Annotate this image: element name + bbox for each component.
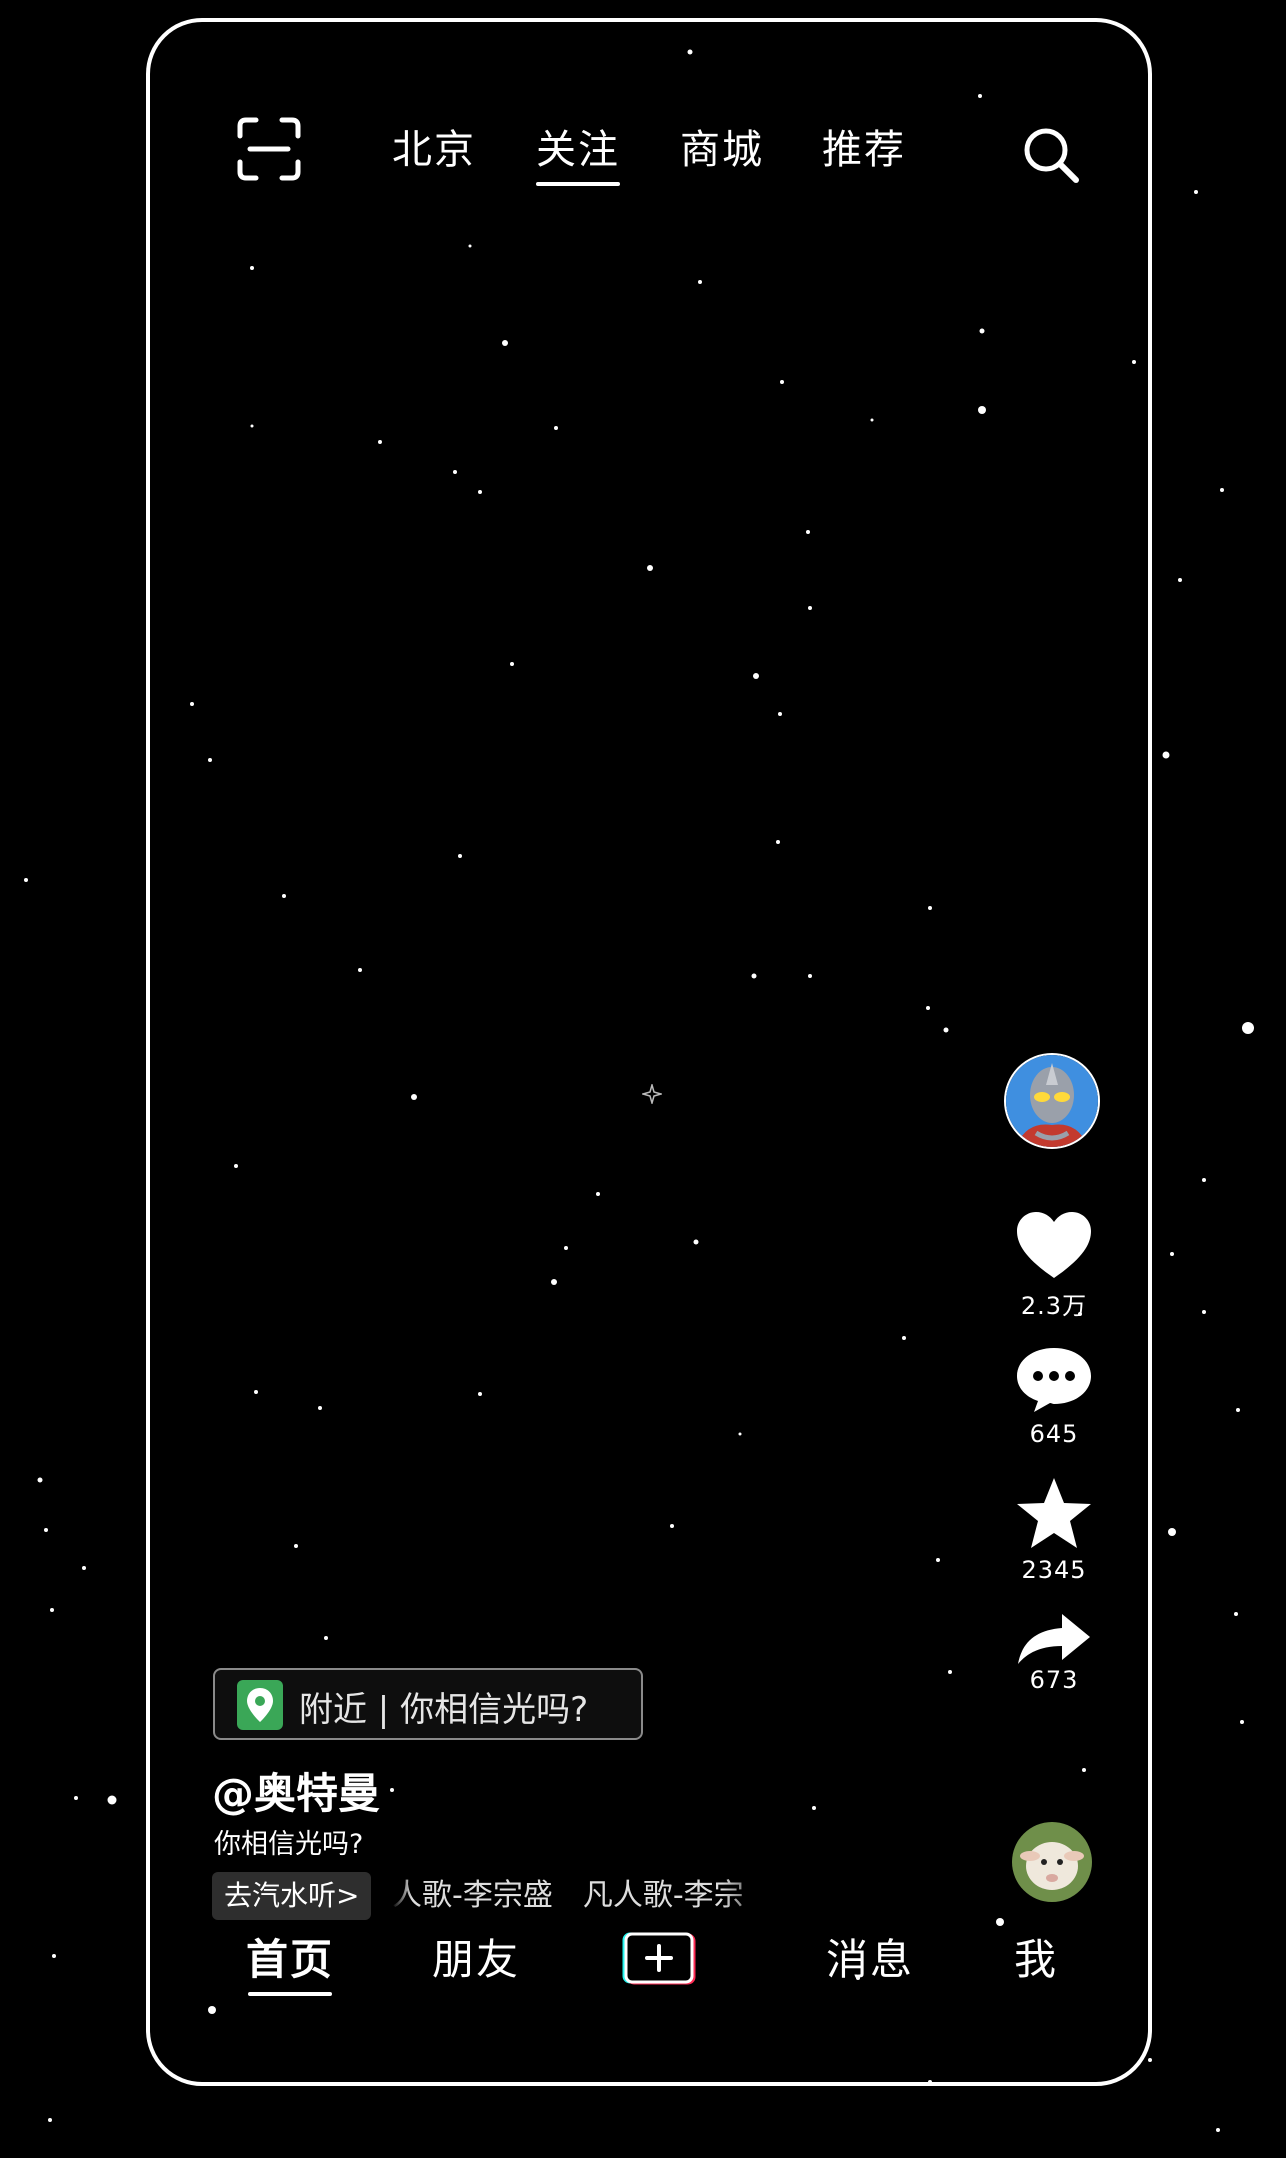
search-icon[interactable] — [1020, 124, 1082, 186]
music-disc-avatar[interactable] — [1012, 1822, 1092, 1902]
scan-icon[interactable] — [236, 116, 302, 182]
like-count: 2.3万 — [1020, 1292, 1088, 1320]
favorite-count: 2345 — [1021, 1556, 1087, 1584]
location-tag[interactable]: 附近 | 你相信光吗? — [213, 1668, 643, 1740]
comment-icon — [1017, 1348, 1091, 1412]
like-button[interactable]: 2.3万 — [1006, 1210, 1102, 1321]
tab-following[interactable]: 关注 — [536, 122, 620, 186]
share-count: 673 — [1029, 1666, 1079, 1694]
share-button[interactable]: 673 — [1006, 1612, 1102, 1694]
ultraman-avatar-image — [1006, 1055, 1098, 1147]
music-track-marquee[interactable]: 人歌-李宗盛 凡人歌-李宗 — [392, 1872, 744, 1920]
post-caption: 你相信光吗? — [214, 1829, 364, 1860]
crosshair-icon — [642, 1084, 662, 1104]
music-row: 去汽水听> 人歌-李宗盛 凡人歌-李宗 — [212, 1872, 772, 1920]
favorite-button[interactable]: 2345 — [1006, 1476, 1102, 1584]
creator-avatar[interactable] — [1004, 1053, 1100, 1149]
sheep-avatar-image — [1012, 1822, 1092, 1902]
share-icon — [1018, 1614, 1090, 1664]
location-tag-text: 附近 | 你相信光吗? — [299, 1690, 589, 1730]
tab-mall[interactable]: 商城 — [680, 122, 764, 178]
nav-friends[interactable]: 朋友 — [432, 1930, 520, 1990]
top-navigation: 北京 关注 商城 推荐 — [0, 0, 1286, 200]
nav-home[interactable]: 首页 — [246, 1930, 334, 1996]
tab-recommend[interactable]: 推荐 — [822, 122, 906, 178]
nav-me[interactable]: 我 — [1014, 1930, 1058, 1990]
location-pin-icon — [237, 1680, 283, 1730]
comment-count: 645 — [1029, 1420, 1079, 1448]
nav-messages[interactable]: 消息 — [826, 1930, 914, 1990]
heart-icon — [1017, 1212, 1091, 1278]
author-name[interactable]: @奥特曼 — [212, 1760, 380, 1821]
tab-beijing[interactable]: 北京 — [392, 122, 476, 178]
listen-on-qishui-button[interactable]: 去汽水听> — [212, 1872, 372, 1920]
star-icon — [1017, 1478, 1091, 1548]
create-button[interactable] — [620, 1930, 696, 1986]
comment-button[interactable]: 645 — [1006, 1344, 1102, 1448]
